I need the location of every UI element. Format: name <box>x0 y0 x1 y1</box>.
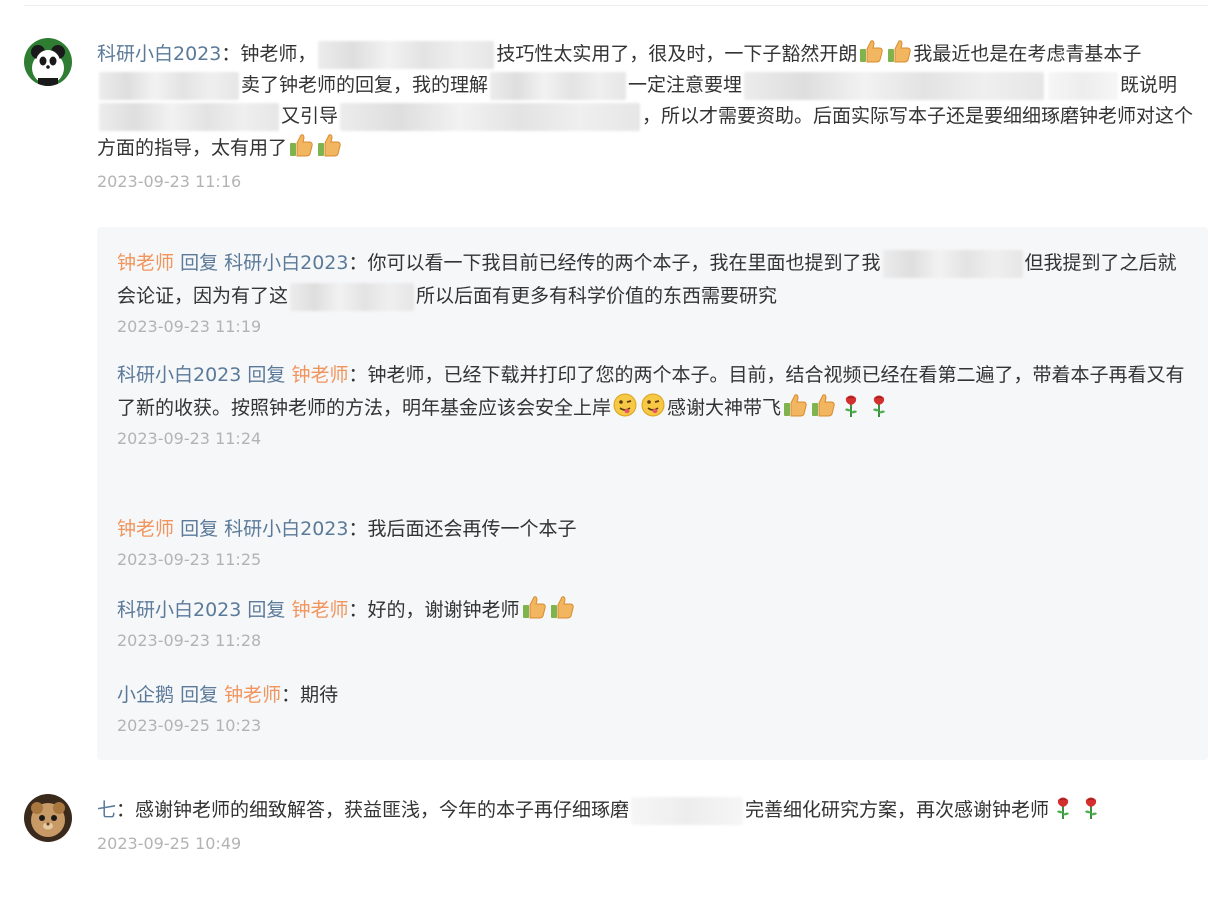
thumbs-up-icon <box>522 596 546 619</box>
redacted-text <box>1048 71 1119 100</box>
reply-author[interactable]: 科研小白2023 <box>117 364 241 386</box>
thumbs-up-icon <box>888 40 912 63</box>
thumbs-up-icon <box>290 134 313 157</box>
reply-author[interactable]: 小企鹅 <box>117 684 174 706</box>
reply-list: 钟老师 回复 科研小白2023：你可以看一下我目前已经传的两个本子，我在里面也提… <box>97 227 1208 760</box>
reply-time: 2023-09-25 10:23 <box>117 716 262 735</box>
comment-time: 2023-09-25 10:49 <box>97 834 242 853</box>
redacted-text <box>882 249 1023 278</box>
redacted-text <box>290 282 415 311</box>
wink-tongue-icon <box>613 393 637 417</box>
reply-text: 小企鹅 回复 钟老师：期待 <box>117 684 339 706</box>
reply-author[interactable]: 钟老师 <box>117 252 174 274</box>
rose-icon <box>1085 797 1098 819</box>
redacted-text <box>490 71 627 100</box>
reply-author[interactable]: 科研小白2023 <box>117 599 241 621</box>
rose-icon <box>873 395 886 417</box>
reply-text: 科研小白2023 回复 钟老师：钟老师，已经下载并打印了您的两个本子。目前，结合… <box>117 364 1185 419</box>
redacted-text <box>744 71 1045 100</box>
top-divider <box>24 5 1208 6</box>
comment-author[interactable]: 七 <box>97 799 116 821</box>
redacted-text <box>318 40 495 69</box>
rose-icon <box>845 395 858 417</box>
redacted-text <box>99 102 279 131</box>
comment-text: 科研小白2023：钟老师， 技巧性太实用了，很及时，一下子豁然开朗 我最近也是在考虑… <box>97 38 1196 164</box>
reply-time: 2023-09-23 11:28 <box>117 631 262 650</box>
wink-tongue-icon <box>641 393 665 417</box>
rose-icon <box>1057 797 1070 819</box>
reply-author[interactable]: 钟老师 <box>117 518 174 540</box>
reply-item: 钟老师 回复 科研小白2023：我后面还会再传一个本子 2023-09-23 1… <box>117 513 1192 569</box>
reply-item: 科研小白2023 回复 钟老师：钟老师，已经下载并打印了您的两个本子。目前，结合… <box>117 359 1192 448</box>
reply-target[interactable]: 钟老师 <box>291 364 348 386</box>
avatar[interactable] <box>24 38 72 86</box>
reply-target[interactable]: 钟老师 <box>224 684 281 706</box>
redacted-text <box>99 71 239 100</box>
reply-item: 钟老师 回复 科研小白2023：你可以看一下我目前已经传的两个本子，我在里面也提… <box>117 247 1192 336</box>
reply-item: 科研小白2023 回复 钟老师：好的，谢谢钟老师 2023-09-23 11:2… <box>117 594 1192 650</box>
reply-item: 小企鹅 回复 钟老师：期待 2023-09-25 10:23 <box>117 679 1192 735</box>
thumbs-up-icon <box>812 394 835 417</box>
reply-target[interactable]: 科研小白2023 <box>224 252 348 274</box>
comment-text: 七：感谢钟老师的细致解答，获益匪浅，今年的本子再仔细琢磨 完善细化研究方案，再次感… <box>97 794 1196 826</box>
comment-author[interactable]: 科研小白2023 <box>97 43 221 65</box>
reply-text: 钟老师 回复 科研小白2023：我后面还会再传一个本子 <box>117 518 577 540</box>
thumbs-up-icon <box>550 596 574 619</box>
reply-time: 2023-09-23 11:25 <box>117 550 262 569</box>
reply-text: 科研小白2023 回复 钟老师：好的，谢谢钟老师 <box>117 594 1192 627</box>
redacted-text <box>631 796 744 825</box>
reply-target[interactable]: 科研小白2023 <box>224 518 348 540</box>
thumbs-up-icon <box>860 40 884 63</box>
thumbs-up-icon <box>784 394 807 417</box>
redacted-text <box>340 102 641 131</box>
reply-target[interactable]: 钟老师 <box>291 599 348 621</box>
comment-time: 2023-09-23 11:16 <box>97 172 242 191</box>
reply-time: 2023-09-23 11:24 <box>117 429 262 448</box>
reply-text: 钟老师 回复 科研小白2023：你可以看一下我目前已经传的两个本子，我在里面也提… <box>117 247 1192 313</box>
reply-time: 2023-09-23 11:19 <box>117 317 262 336</box>
thumbs-up-icon <box>318 134 341 157</box>
avatar[interactable] <box>24 794 72 842</box>
